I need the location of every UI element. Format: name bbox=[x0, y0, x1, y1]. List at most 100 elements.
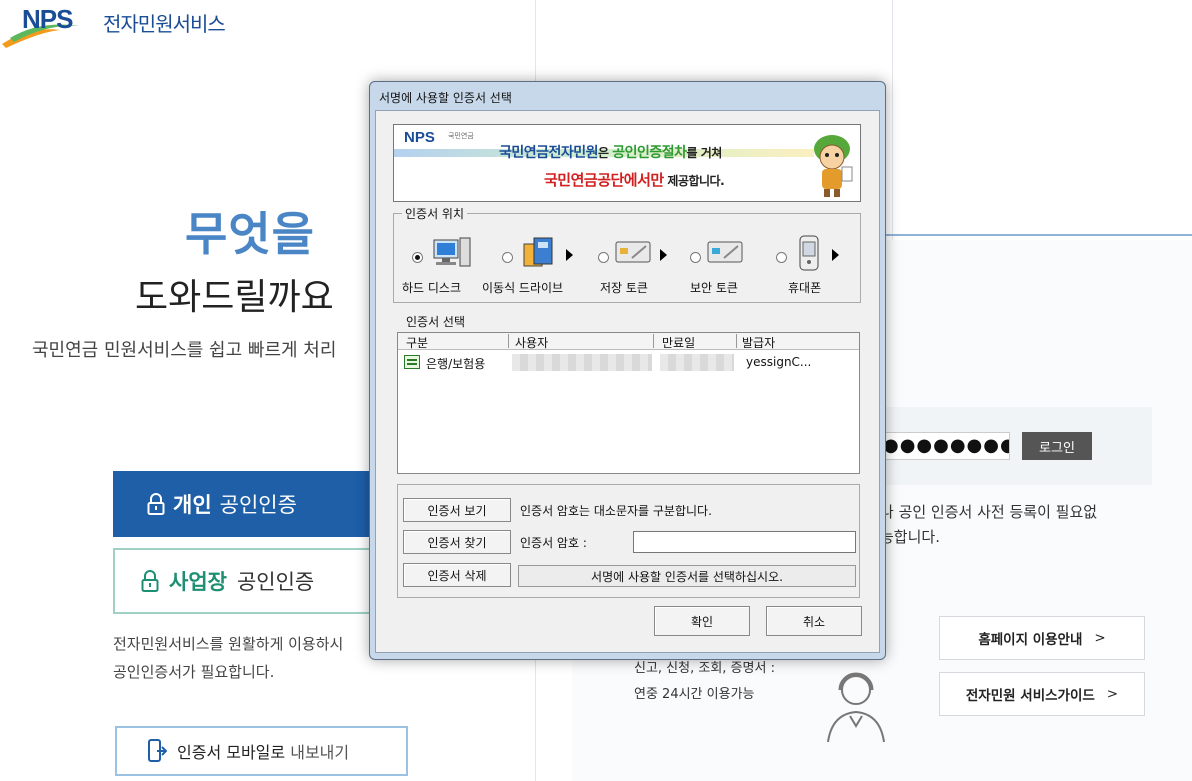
dialog-title: 서명에 사용할 인증서 선택 bbox=[379, 91, 512, 105]
storage-token-label: 저장 토큰 bbox=[600, 281, 648, 295]
certificate-select-dialog: 서명에 사용할 인증서 선택 NPS 국민연금 국민연금전자민원은 공인인증절차… bbox=[369, 81, 886, 660]
column-separator bbox=[508, 334, 509, 348]
hard-disk-label: 하드 디스크 bbox=[402, 281, 462, 295]
column-issuer[interactable]: 발급자 bbox=[742, 334, 775, 351]
logo-text: NPS bbox=[22, 4, 73, 34]
removable-drive-radio[interactable] bbox=[502, 252, 513, 263]
business-certificate-button[interactable]: 사업장 공인인증 bbox=[113, 548, 373, 614]
hard-disk-icon bbox=[433, 237, 471, 267]
certificate-password-input[interactable] bbox=[633, 531, 856, 553]
column-divider bbox=[892, 0, 893, 240]
removable-drive-expand-icon[interactable] bbox=[566, 249, 573, 261]
column-separator bbox=[653, 334, 654, 348]
find-certificate-button[interactable]: 인증서 찾기 bbox=[403, 530, 511, 554]
homepage-guide-button[interactable]: 홈페이지 이용안내 > bbox=[939, 616, 1145, 660]
case-sensitive-notice: 인증서 암호는 대소문자를 구분합니다. bbox=[520, 504, 712, 518]
location-group-label: 인증서 위치 bbox=[402, 205, 468, 222]
lock-icon bbox=[141, 570, 159, 592]
banner-logo: NPS bbox=[404, 129, 435, 146]
chevron-right-icon: > bbox=[1094, 630, 1106, 646]
cancel-button[interactable]: 취소 bbox=[766, 606, 862, 636]
removable-drive-label: 이동식 드라이브 bbox=[482, 281, 564, 295]
security-token-icon bbox=[707, 241, 743, 263]
banner-line2: 국민연금공단에서만 제공합니다. bbox=[544, 169, 725, 190]
delete-certificate-button[interactable]: 인증서 삭제 bbox=[403, 563, 511, 587]
mobile-phone-icon bbox=[799, 235, 819, 271]
service-hours: 신고, 신청, 조회, 증명서 : 연중 24시간 이용가능 bbox=[634, 656, 775, 708]
cert-type: 은행/보험용 bbox=[426, 357, 486, 371]
hero-description: 국민연금 민원서비스를 쉽고 빠르게 처리 bbox=[32, 340, 337, 361]
mobile-export-strong: 인증서 모바일로 bbox=[177, 743, 286, 762]
status-message: 서명에 사용할 인증서를 선택하십시오. bbox=[518, 565, 856, 587]
chevron-right-icon: > bbox=[1106, 686, 1119, 702]
banner-line2-b: 제공합니다. bbox=[663, 174, 725, 188]
service-hours-line2: 연중 24시간 이용가능 bbox=[634, 687, 755, 702]
hero-subtitle: 도와드릴까요 bbox=[135, 277, 334, 318]
banner-line1-b: 은 bbox=[598, 146, 613, 160]
homepage-guide-label: 홈페이지 이용안내 bbox=[978, 632, 1083, 648]
table-row[interactable]: 은행/보험용 yessignC... bbox=[398, 353, 859, 372]
certificate-list-header: 구분 사용자 만료일 발급자 bbox=[398, 333, 859, 350]
certificate-icon bbox=[404, 355, 420, 369]
hard-disk-radio[interactable] bbox=[412, 252, 423, 263]
auth-note-line1: 전자민원서비스를 원활하게 이용하시 bbox=[113, 635, 344, 653]
mobile-export-rest: 내보내기 bbox=[290, 743, 350, 762]
lock-icon bbox=[147, 493, 165, 515]
column-expiry[interactable]: 만료일 bbox=[662, 334, 695, 351]
auth-note: 전자민원서비스를 원활하게 이용하시 공인인증서가 필요합니다. bbox=[113, 630, 343, 686]
banner-line1: 국민연금전자민원은 공인인증절차를 거쳐 bbox=[499, 142, 722, 162]
personal-certificate-button[interactable]: 개인 공인인증 bbox=[113, 471, 373, 537]
banner-logo-sub: 국민연금 bbox=[448, 132, 474, 140]
right-panel-border bbox=[860, 234, 1192, 236]
ok-button[interactable]: 확인 bbox=[654, 606, 750, 636]
mobile-phone-expand-icon[interactable] bbox=[832, 249, 839, 261]
business-label-strong: 사업장 bbox=[169, 570, 227, 594]
location-removable-drive[interactable]: 이동식 드라이브 bbox=[482, 234, 590, 298]
location-hard-disk[interactable]: 하드 디스크 bbox=[402, 234, 492, 298]
logo-subtitle: 전자민원서비스 bbox=[103, 12, 226, 36]
hero-title: 무엇을 bbox=[185, 207, 315, 261]
support-agent-icon bbox=[827, 672, 885, 743]
removable-drive-icon bbox=[523, 237, 553, 267]
mobile-export-button[interactable]: 인증서 모바일로 내보내기 bbox=[115, 726, 408, 776]
location-storage-token[interactable]: 저장 토큰 bbox=[592, 234, 682, 298]
cert-user-redacted bbox=[512, 354, 652, 371]
certificate-list[interactable]: 구분 사용자 만료일 발급자 은행/보험용 yessignC... bbox=[397, 332, 860, 474]
certificate-select-label: 인증서 선택 bbox=[406, 315, 466, 329]
column-user[interactable]: 사용자 bbox=[515, 334, 548, 351]
cert-issuer: yessignC... bbox=[746, 355, 812, 369]
banner-line1-a: 국민연금전자민원 bbox=[499, 145, 599, 161]
banner-line2-a: 국민연금공단에서만 bbox=[544, 171, 664, 189]
personal-label-strong: 개인 bbox=[173, 493, 212, 517]
auth-note-line2: 공인인증서가 필요합니다. bbox=[113, 663, 275, 681]
dialog-banner: NPS 국민연금 국민연금전자민원은 공인인증절차를 거쳐 국민연금공단에서만 … bbox=[393, 124, 861, 202]
password-label: 인증서 암호 : bbox=[520, 536, 587, 550]
service-guide-button[interactable]: 전자민원 서비스가이드 > bbox=[939, 672, 1145, 716]
mascot-icon bbox=[814, 135, 853, 197]
security-token-label: 보안 토큰 bbox=[690, 281, 738, 295]
login-notice-line2: 능합니다. bbox=[880, 528, 940, 546]
location-mobile-phone[interactable]: 휴대폰 bbox=[774, 234, 860, 298]
business-label-rest: 공인인증 bbox=[236, 570, 315, 594]
mobile-phone-radio[interactable] bbox=[776, 252, 787, 263]
mobile-phone-label: 휴대폰 bbox=[788, 281, 822, 295]
view-certificate-button[interactable]: 인증서 보기 bbox=[403, 498, 511, 522]
login-notice-line1: 나 공인 인증서 사전 등록이 필요없 bbox=[880, 503, 1098, 521]
column-type[interactable]: 구분 bbox=[406, 334, 428, 351]
cert-expiry-redacted bbox=[660, 354, 734, 371]
storage-token-expand-icon[interactable] bbox=[660, 249, 667, 261]
login-button[interactable]: 로그인 bbox=[1022, 432, 1092, 460]
column-separator bbox=[736, 334, 737, 348]
personal-label-rest: 공인인증 bbox=[219, 493, 297, 517]
storage-token-radio[interactable] bbox=[598, 252, 609, 263]
storage-token-icon bbox=[615, 241, 651, 263]
login-notice: 나 공인 인증서 사전 등록이 필요없 능합니다. bbox=[880, 500, 1097, 550]
banner-line1-d: 를 거쳐 bbox=[686, 146, 723, 160]
service-guide-label: 전자민원 서비스가이드 bbox=[965, 688, 1095, 704]
login-password-input[interactable]: ●●●●●●●●● bbox=[876, 432, 1010, 460]
location-security-token[interactable]: 보안 토큰 bbox=[684, 234, 774, 298]
site-logo[interactable]: NPS 전자민원서비스 bbox=[0, 2, 260, 48]
mobile-export-icon bbox=[148, 739, 167, 762]
security-token-radio[interactable] bbox=[690, 252, 701, 263]
banner-line1-c: 공인인증절차 bbox=[612, 145, 687, 161]
